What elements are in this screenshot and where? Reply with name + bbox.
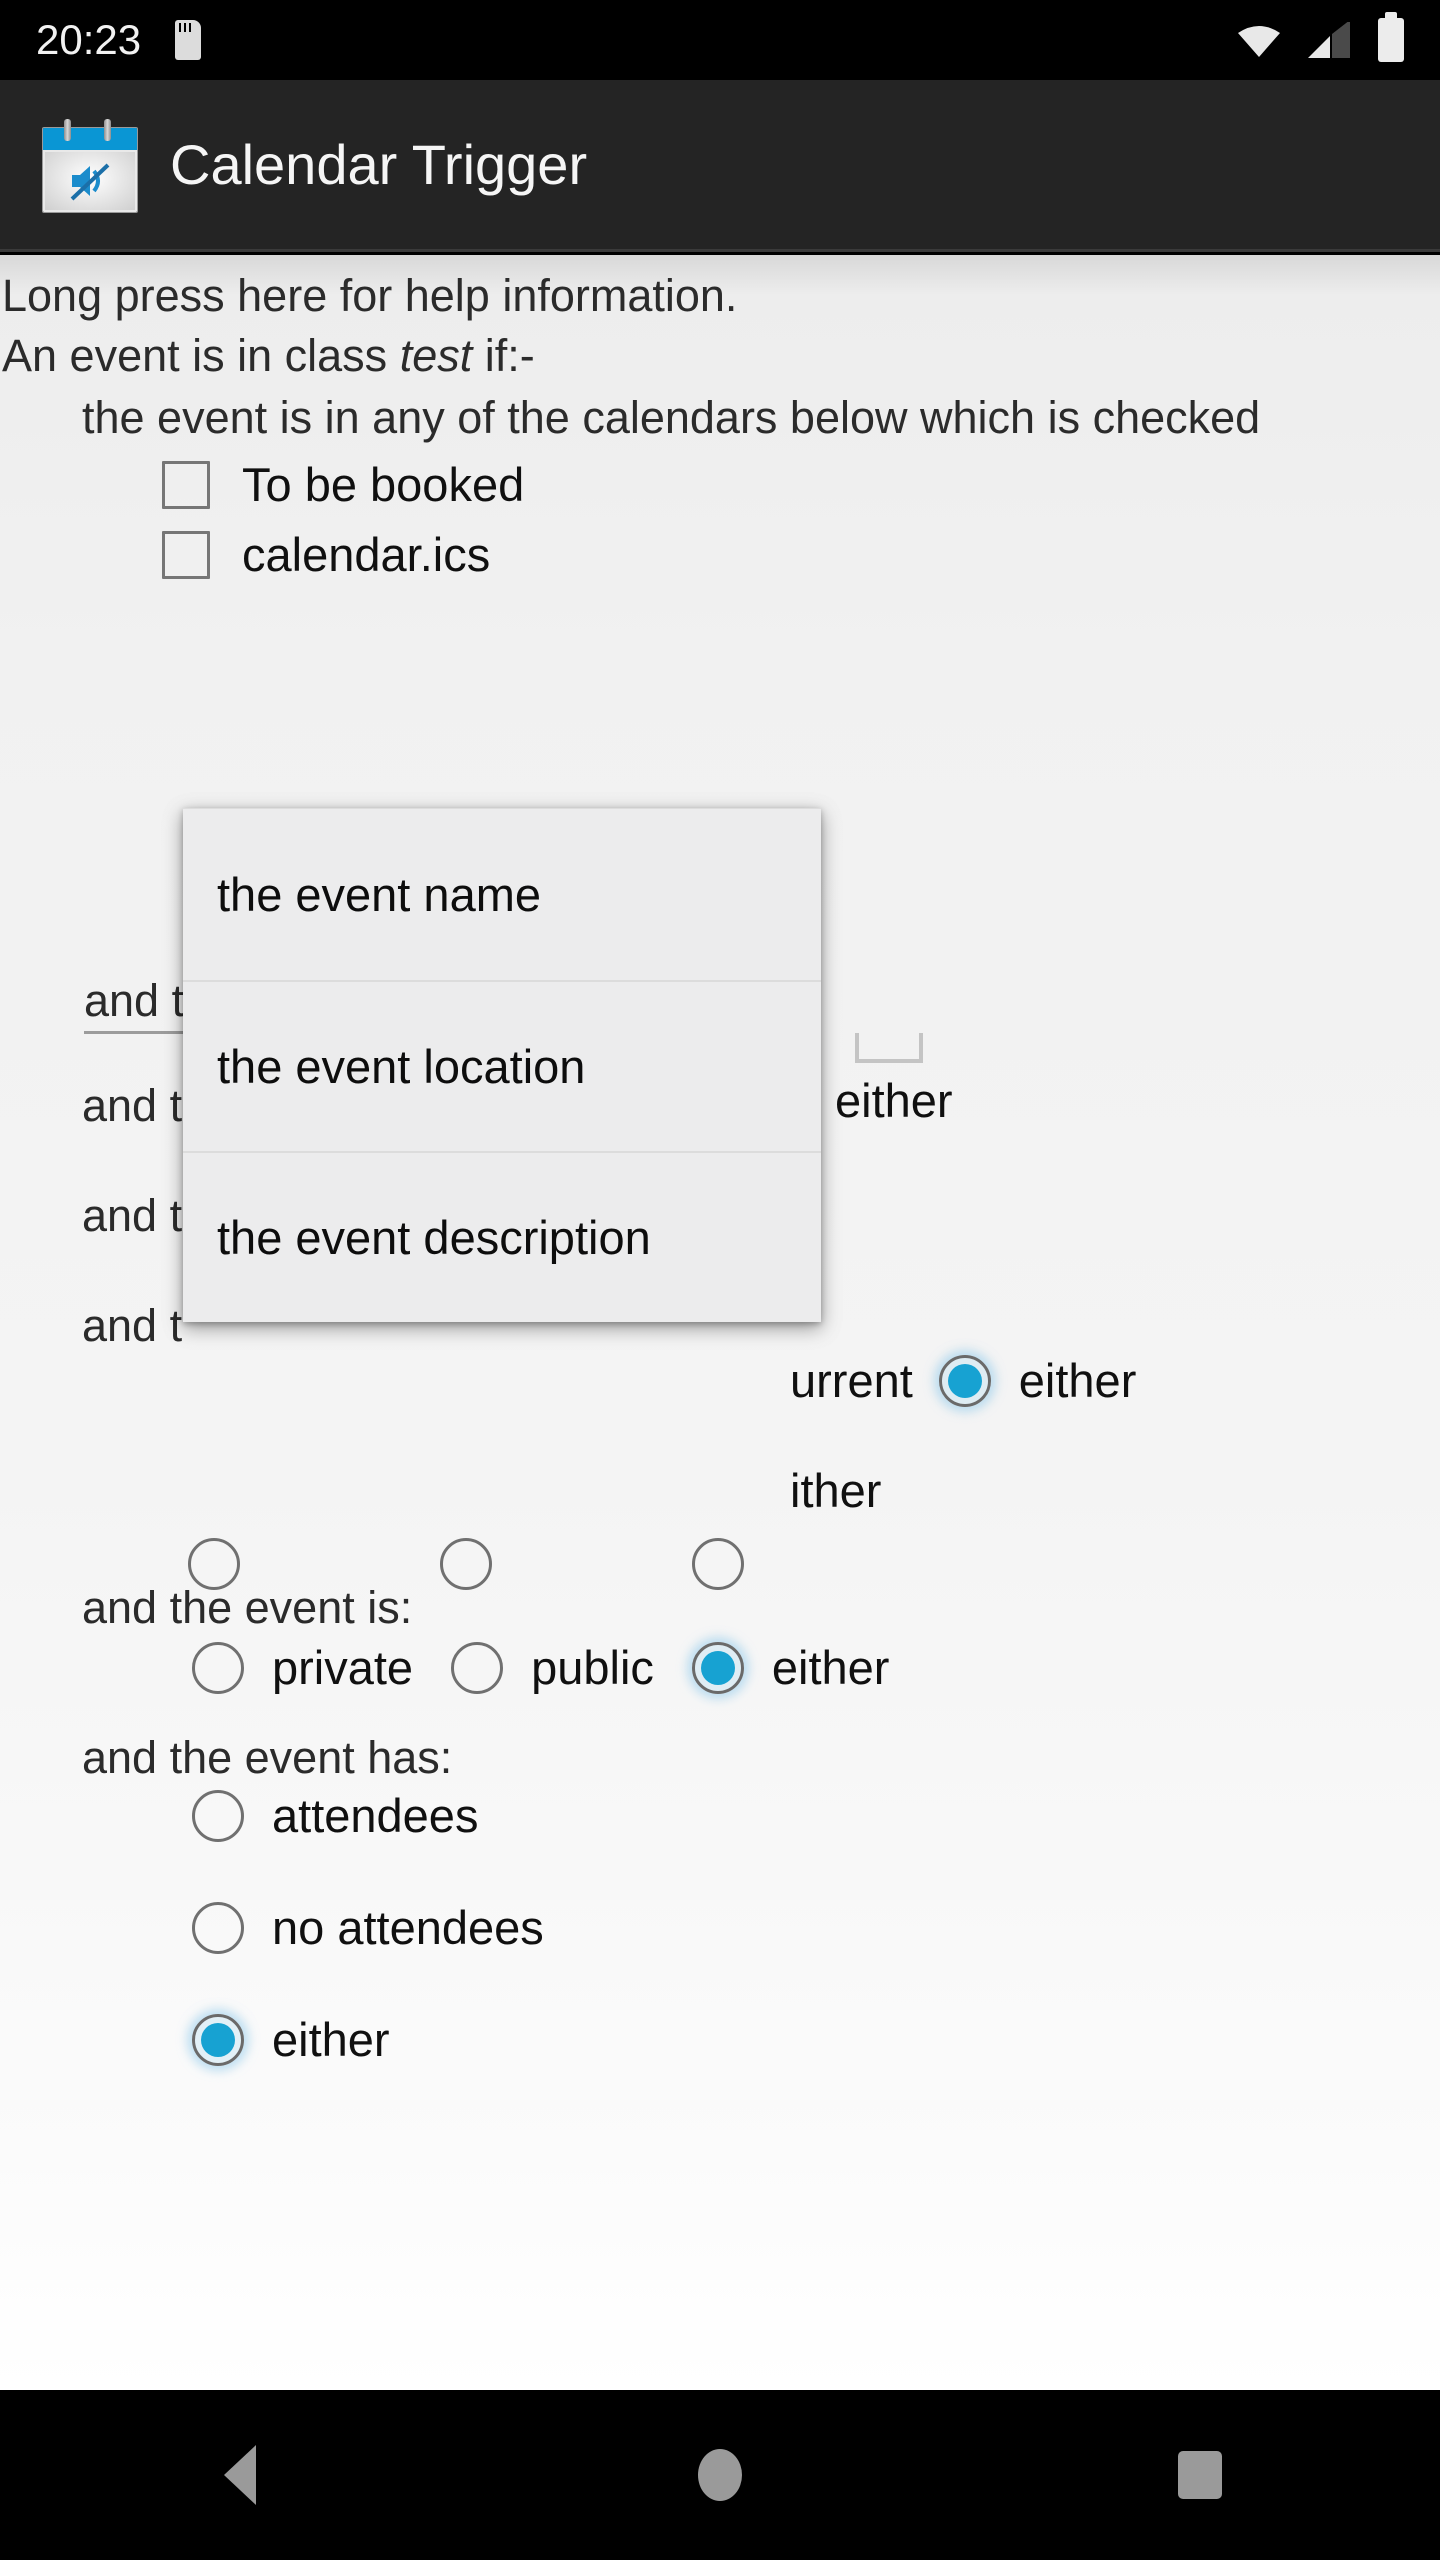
class-suffix: if:- bbox=[472, 330, 535, 381]
recents-icon bbox=[1178, 2451, 1222, 2499]
radio-public[interactable] bbox=[451, 1641, 504, 1694]
calendar-ring-left bbox=[64, 118, 71, 141]
status-left-icons bbox=[175, 20, 202, 60]
calendar-label: calendar.ics bbox=[242, 528, 491, 581]
navigation-bar bbox=[0, 2390, 1440, 2560]
radio-either-attendees-label: either bbox=[272, 2013, 390, 2066]
obscured-radio-group-2: urrent either bbox=[790, 1353, 1136, 1408]
radio-private-label: private bbox=[272, 1641, 414, 1694]
calendar-checkbox-row[interactable]: To be booked bbox=[162, 457, 524, 512]
sd-card-icon bbox=[175, 20, 202, 60]
obscured-rule-row-3: and t bbox=[82, 1303, 182, 1348]
radio-public-label: public bbox=[531, 1641, 654, 1694]
event-name-value-input[interactable] bbox=[855, 1033, 923, 1063]
status-right-icons bbox=[1236, 12, 1404, 62]
help-hint[interactable]: Long press here for help information. bbox=[2, 273, 737, 318]
dropdown-item-event-location[interactable]: the event location bbox=[183, 980, 821, 1151]
dropdown-item-event-name[interactable]: the event name bbox=[183, 809, 821, 980]
radio-either-attendees[interactable] bbox=[192, 2013, 244, 2066]
nav-home-button[interactable] bbox=[645, 2390, 795, 2560]
obscured-rule-row-2: and t bbox=[82, 1193, 182, 1238]
obscured-radio-peek-b[interactable] bbox=[440, 1538, 492, 1590]
obscured-lead-2: and t bbox=[82, 1190, 183, 1241]
event-has-either-row: either bbox=[192, 2012, 390, 2067]
obscured-lead-3: and t bbox=[82, 1300, 183, 1351]
device-screen: 20:23 Calendar Trigger Long press here f… bbox=[0, 0, 1440, 2560]
home-icon bbox=[698, 2449, 742, 2501]
calendar-label: To be booked bbox=[242, 458, 525, 511]
obscured-rule-row-1: and t bbox=[82, 1083, 182, 1128]
obscured-either-2: either bbox=[1018, 1354, 1137, 1407]
wifi-icon bbox=[1236, 23, 1282, 57]
obscured-radio-peek-c[interactable] bbox=[692, 1538, 744, 1590]
calendar-rule-line: the event is in any of the calendars bel… bbox=[82, 392, 1261, 443]
obscured-either-1: either bbox=[835, 1074, 953, 1127]
radio-attendees[interactable] bbox=[192, 1789, 244, 1842]
event-field-dropdown-menu[interactable]: the event name the event location the ev… bbox=[183, 808, 821, 1322]
radio-no-attendees[interactable] bbox=[192, 1901, 244, 1954]
nav-back-button[interactable] bbox=[165, 2390, 315, 2560]
nav-recents-button[interactable] bbox=[1125, 2390, 1275, 2560]
obscured-either-3: ither bbox=[790, 1464, 882, 1517]
checkbox-to-be-booked[interactable] bbox=[162, 460, 210, 509]
radio-either-current[interactable] bbox=[938, 1354, 991, 1407]
class-name: test bbox=[399, 330, 473, 381]
back-icon bbox=[224, 2445, 256, 2505]
calendar-mute-icon bbox=[42, 117, 138, 213]
class-definition-line: An event is in class test if:- bbox=[2, 333, 535, 378]
signal-icon bbox=[1308, 20, 1352, 58]
calendar-checkbox-row[interactable]: calendar.ics bbox=[162, 527, 490, 582]
battery-icon bbox=[1378, 12, 1404, 62]
obscured-current-label: urrent bbox=[790, 1354, 913, 1407]
calendar-ring-right bbox=[104, 118, 111, 141]
checkbox-calendar-ics[interactable] bbox=[162, 530, 210, 579]
radio-private[interactable] bbox=[192, 1641, 244, 1694]
app-title: Calendar Trigger bbox=[170, 133, 588, 196]
radio-either-visibility[interactable] bbox=[691, 1641, 744, 1694]
action-bar: Calendar Trigger bbox=[0, 80, 1440, 252]
mute-speaker-icon bbox=[68, 161, 114, 201]
main-content: Long press here for help information. An… bbox=[0, 255, 1440, 2390]
class-prefix: An event is in class bbox=[2, 330, 400, 381]
obscured-lead-1: and t bbox=[82, 1080, 183, 1131]
radio-either-visibility-label: either bbox=[771, 1641, 890, 1694]
event-has-attendees-row: attendees bbox=[192, 1788, 478, 1843]
dropdown-item-event-description[interactable]: the event description bbox=[183, 1151, 821, 1322]
event-is-label: and the event is: bbox=[82, 1582, 413, 1633]
event-has-label: and the event has: bbox=[82, 1732, 453, 1783]
radio-attendees-label: attendees bbox=[272, 1789, 479, 1842]
status-clock: 20:23 bbox=[36, 16, 142, 63]
radio-no-attendees-label: no attendees bbox=[272, 1901, 544, 1954]
status-bar: 20:23 bbox=[0, 0, 1440, 80]
event-has-no-attendees-row: no attendees bbox=[192, 1900, 544, 1955]
event-is-radio-group: private public either bbox=[192, 1640, 889, 1695]
